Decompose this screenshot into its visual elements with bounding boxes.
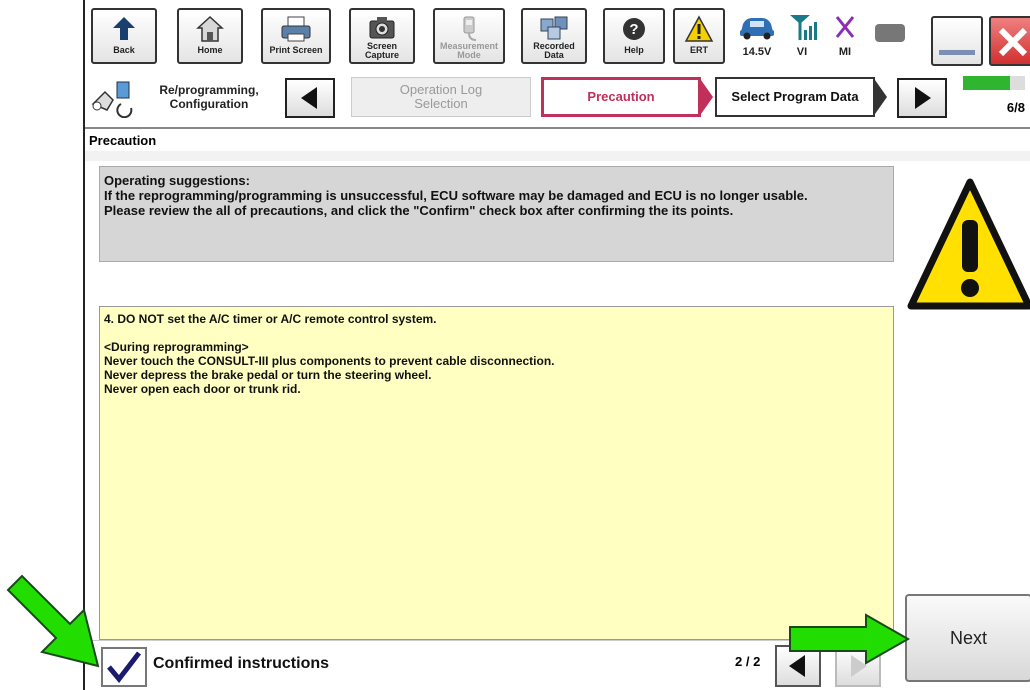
page-indicator: 2 / 2 (735, 654, 761, 669)
reprogramming-icon (89, 78, 139, 119)
operating-suggestions-line: If the reprogramming/programming is unsu… (104, 188, 808, 203)
help-icon: ? (605, 14, 663, 46)
screen-capture-button[interactable]: Screen Capture (349, 8, 415, 64)
disconnected-x-icon (827, 12, 863, 44)
confirm-label: Confirmed instructions (153, 655, 330, 672)
minimize-icon (939, 50, 975, 55)
back-label: Back (113, 45, 135, 55)
vehicle-battery-status: 14.5V (733, 8, 781, 64)
mi-label: MI (838, 46, 852, 58)
camera-icon (351, 14, 413, 42)
instruction-line: Never touch the CONSULT-III plus compone… (104, 354, 555, 368)
progress-indicator: 6/8 (961, 76, 1027, 120)
recorded-data-icon (523, 14, 585, 42)
triangle-right-icon (915, 87, 931, 109)
step-arrow (701, 80, 713, 114)
print-screen-button[interactable]: Print Screen (261, 8, 331, 64)
consult-app-window: Back Home Print Screen Screen Capture Me… (83, 0, 1030, 690)
triangle-left-icon (789, 655, 805, 677)
warning-triangle-icon (675, 14, 723, 46)
instruction-subheading: <During reprogramming> (104, 340, 249, 354)
operating-suggestions-heading: Operating suggestions: (104, 173, 250, 188)
help-label: Help (624, 45, 644, 55)
recorded-data-button[interactable]: Recorded Data (521, 8, 587, 64)
close-button[interactable] (989, 16, 1030, 66)
triangle-left-icon (301, 87, 317, 109)
mi-status: MI (827, 8, 863, 64)
back-button[interactable]: Back (91, 8, 157, 64)
home-button[interactable]: Home (177, 8, 243, 64)
step-navigation: Re/programming, Configuration Operation … (85, 74, 1030, 122)
vi-label: VI (796, 46, 808, 58)
progress-fill (963, 76, 1010, 90)
progress-text: 6/8 (1006, 100, 1025, 115)
back-arrow-icon (93, 14, 155, 46)
measurement-icon (435, 14, 503, 42)
status-indicator-bar (875, 24, 905, 42)
step-prev-button[interactable] (285, 78, 335, 118)
instruction-line: Never depress the brake pedal or turn th… (104, 368, 432, 382)
ert-label: ERT (690, 45, 708, 55)
step-arrow (875, 80, 887, 114)
next-button[interactable]: Next (905, 594, 1030, 682)
warning-sign-icon (907, 176, 1030, 316)
operating-suggestions-box: Operating suggestions: If the reprogramm… (99, 166, 894, 262)
printer-icon (263, 14, 329, 46)
step-operation-log-selection: Operation Log Selection (351, 77, 531, 117)
home-label: Home (197, 45, 223, 55)
checkmark-icon (107, 651, 141, 683)
close-icon (991, 24, 1030, 57)
instructions-box: 4. DO NOT set the A/C timer or A/C remot… (99, 306, 894, 640)
page-next-button[interactable] (835, 645, 881, 687)
step-precaution-active: Precaution (541, 77, 701, 117)
help-button[interactable]: ? Help (603, 8, 665, 64)
bottom-bar: Confirmed instructions 2 / 2 (85, 640, 905, 690)
operating-suggestions-line: Please review the all of precautions, an… (104, 203, 734, 218)
page-prev-button[interactable] (775, 645, 821, 687)
measurement-mode-label-2: Mode (457, 50, 481, 60)
progress-track (963, 76, 1025, 90)
recorded-data-label-2: Data (544, 50, 564, 60)
separator-band (85, 151, 1030, 161)
vi-status: VI (785, 8, 819, 64)
step-select-program-data: Select Program Data (715, 77, 875, 117)
section-title: Precaution (85, 127, 1030, 151)
car-icon (733, 12, 781, 44)
screen-capture-label-2: Capture (364, 50, 399, 60)
minimize-button[interactable] (931, 16, 983, 66)
ert-button[interactable]: ERT (673, 8, 725, 64)
triangle-right-icon (851, 655, 867, 677)
print-screen-label: Print Screen (269, 45, 323, 55)
instruction-line: Never open each door or trunk rid. (104, 382, 301, 396)
step-next-button[interactable] (897, 78, 947, 118)
confirm-checkbox[interactable] (101, 647, 147, 687)
toolbar: Back Home Print Screen Screen Capture Me… (85, 0, 1030, 74)
home-icon (179, 14, 241, 46)
measurement-mode-button[interactable]: Measurement Mode (433, 8, 505, 64)
svg-text:?: ? (629, 21, 638, 38)
signal-icon (785, 12, 819, 44)
instruction-item: 4. DO NOT set the A/C timer or A/C remot… (104, 312, 437, 326)
battery-voltage-value: 14.5V (742, 46, 772, 58)
step-current-procedure: Re/programming, Configuration (159, 83, 259, 111)
